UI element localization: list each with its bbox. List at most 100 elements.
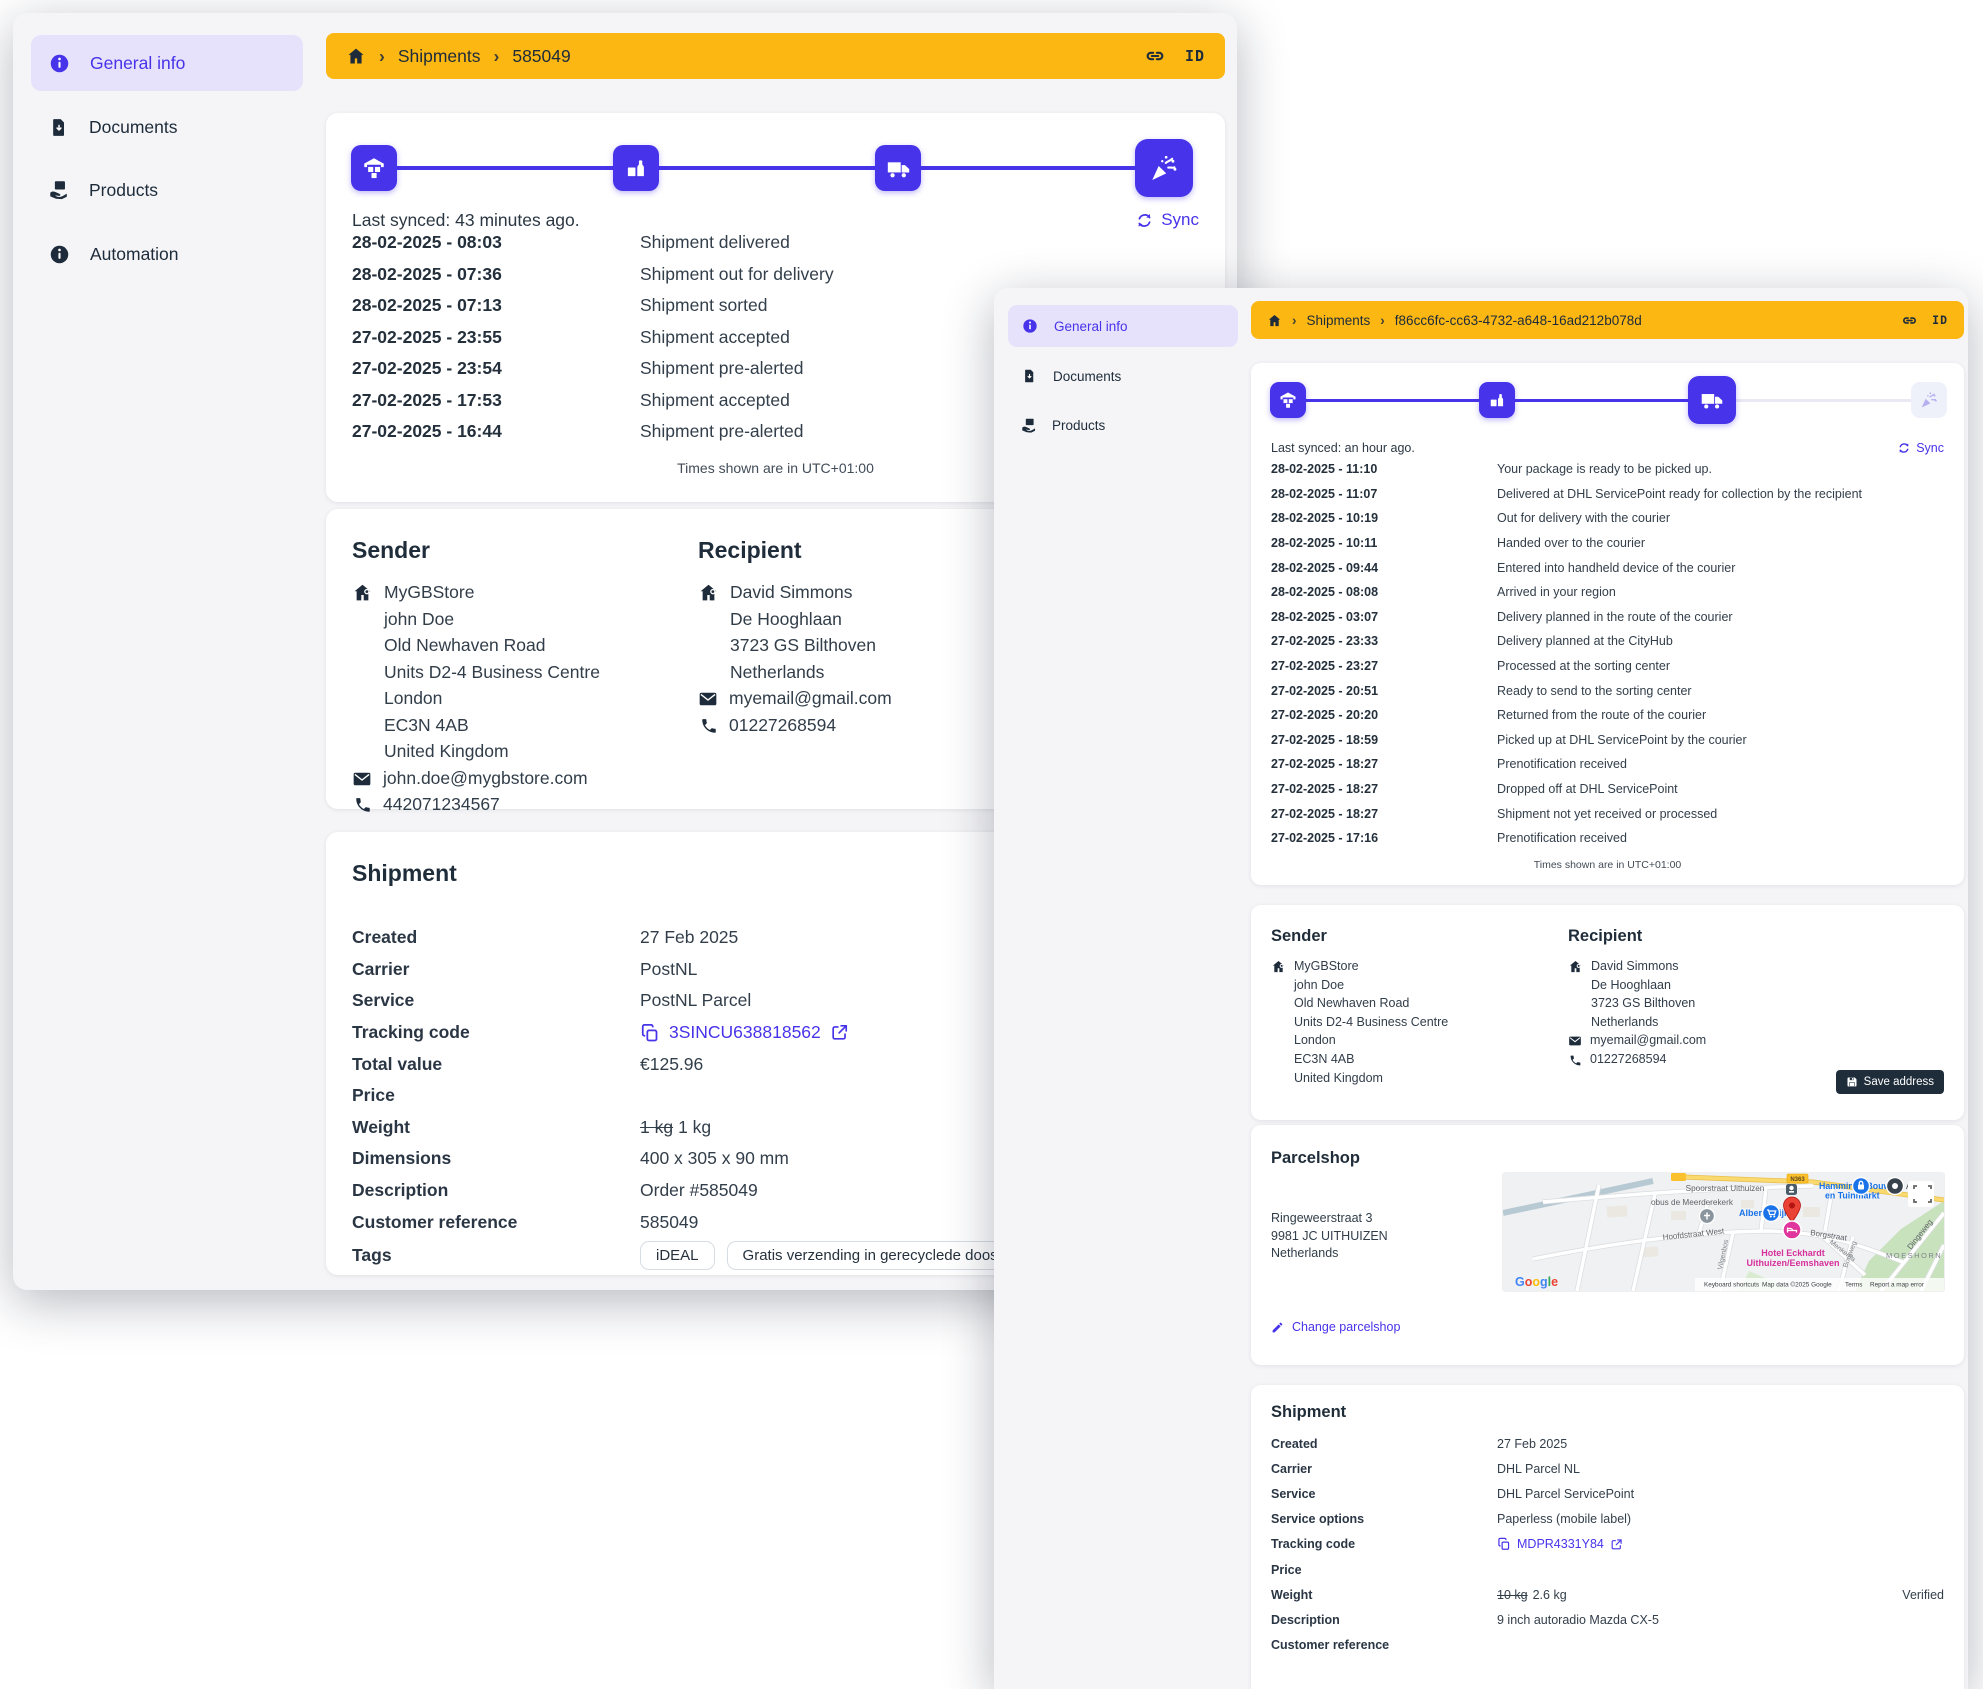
field-label: Total value: [352, 1054, 640, 1075]
shipment-details-card: Shipment Created 27 Feb 2025 Carrier DHL…: [1251, 1385, 1964, 1689]
recipient-email-row: myemail@gmail.com: [1568, 1031, 1828, 1050]
progress-step-sorted: [613, 145, 659, 191]
sidebar-item-documents[interactable]: Documents: [49, 113, 178, 141]
map-hotel-label-2: Uithuizen/Eemshaven: [1746, 1258, 1839, 1268]
field-label: Created: [1271, 1437, 1497, 1451]
phone-icon: [700, 717, 718, 735]
copy-link-icon[interactable]: [1144, 45, 1166, 67]
map-station-label: Spoorstraat Uithuizen: [1686, 1184, 1765, 1193]
tracking-code-link[interactable]: 3SINCU638818562: [669, 1022, 821, 1043]
event-description: Shipment not yet received or processed: [1497, 807, 1717, 821]
party-popper-icon: [1148, 152, 1180, 184]
timeline-event: 27-02-2025 - 20:51 Ready to send to the …: [1271, 678, 1944, 703]
event-time: 27-02-2025 - 18:59: [1271, 733, 1497, 747]
event-time: 28-02-2025 - 10:11: [1271, 536, 1497, 550]
products-icon: [1020, 417, 1038, 434]
breadcrumb: › Shipments › 585049 ID: [326, 33, 1225, 79]
recipient-address: David Simmons De Hooghlaan3723 GS Biltho…: [698, 579, 1028, 738]
sender-title: Sender: [1271, 927, 1327, 946]
save-address-button[interactable]: Save address: [1836, 1070, 1944, 1094]
shipment-row-customer-reference: Customer reference: [1271, 1633, 1944, 1658]
field-value: Paperless (mobile label): [1497, 1512, 1631, 1526]
shipment-title: Shipment: [352, 860, 457, 887]
phone-icon: [354, 796, 372, 814]
sidebar-item-label: Documents: [1053, 369, 1121, 384]
event-time: 28-02-2025 - 11:10: [1271, 462, 1497, 476]
sidebar-item-products[interactable]: Products: [47, 176, 158, 204]
field-value: 400 x 305 x 90 mm: [640, 1148, 789, 1169]
field-label: Dimensions: [352, 1148, 640, 1169]
event-time: 27-02-2025 - 17:16: [1271, 831, 1497, 845]
field-value: Order #585049: [640, 1180, 758, 1201]
map-road-badge: N363: [1790, 1177, 1805, 1183]
event-description: Shipment accepted: [640, 390, 790, 411]
timeline-event: 27-02-2025 - 18:27 Prenotification recei…: [1271, 752, 1944, 777]
recipient-address-lines: De Hooghlaan3723 GS BilthovenNetherlands: [1568, 976, 1828, 1032]
timeline-event: 28-02-2025 - 10:11 Handed over to the co…: [1271, 531, 1944, 556]
event-description: Shipment pre-alerted: [640, 358, 803, 379]
breadcrumb-shipments-link[interactable]: Shipments: [398, 46, 481, 67]
address-line: Old Newhaven Road: [1294, 994, 1531, 1013]
timeline-event: 27-02-2025 - 20:20 Returned from the rou…: [1271, 703, 1944, 728]
event-time: 28-02-2025 - 08:03: [352, 232, 640, 253]
parcelshop-title: Parcelshop: [1271, 1149, 1360, 1168]
event-time: 27-02-2025 - 18:27: [1271, 757, 1497, 771]
recipient-email-row: myemail@gmail.com: [698, 685, 1028, 712]
timeline-event: 28-02-2025 - 08:03 Shipment delivered: [352, 227, 1199, 259]
copy-icon[interactable]: [640, 1023, 660, 1043]
sidebar-item-label: Products: [1052, 418, 1105, 433]
timeline-event: 28-02-2025 - 08:08 Arrived in your regio…: [1271, 580, 1944, 605]
copy-icon[interactable]: [1497, 1537, 1511, 1551]
info-icon: [1022, 318, 1038, 334]
shipment-title: Shipment: [1271, 1403, 1346, 1422]
map-fullscreen-button[interactable]: [1908, 1181, 1934, 1207]
event-description: Out for delivery with the courier: [1497, 511, 1670, 525]
copy-id-icon[interactable]: ID: [1932, 313, 1948, 327]
sidebar-item-general-info[interactable]: General info: [1022, 315, 1128, 337]
home-icon[interactable]: [346, 46, 366, 66]
event-description: Prenotification received: [1497, 757, 1627, 771]
event-description: Ready to send to the sorting center: [1497, 684, 1692, 698]
timeline-event: 27-02-2025 - 18:59 Picked up at DHL Serv…: [1271, 728, 1944, 753]
address-line: john Doe: [384, 606, 682, 633]
home-icon[interactable]: [1267, 313, 1282, 328]
address-line: United Kingdom: [384, 738, 682, 765]
map-terms-link[interactable]: Terms: [1845, 1282, 1862, 1289]
progress-step-accepted: [351, 145, 397, 191]
home-location-icon: [698, 582, 719, 603]
shipment-row-carrier: Carrier DHL Parcel NL: [1271, 1456, 1944, 1481]
tracking-code-link[interactable]: MDPR4331Y84: [1517, 1537, 1604, 1551]
change-parcelshop-button[interactable]: Change parcelshop: [1271, 1320, 1400, 1334]
shipment-row-weight: Weight 10 kg2.6 kg Verified: [1271, 1582, 1944, 1607]
map-keyboard-shortcuts[interactable]: Keyboard shortcuts: [1704, 1282, 1759, 1289]
external-link-icon[interactable]: [830, 1023, 849, 1042]
address-line: Ringeweerstraat 3: [1271, 1210, 1388, 1228]
copy-id-icon[interactable]: ID: [1185, 47, 1205, 65]
parcelshop-map[interactable]: N363 Spoorstraat Uithuizen Hamminga Bouw…: [1503, 1173, 1944, 1291]
map-report-error-link[interactable]: Report a map error: [1870, 1282, 1925, 1289]
external-link-icon[interactable]: [1610, 1538, 1623, 1551]
sidebar-item-general-info[interactable]: General info: [49, 49, 185, 77]
sidebar-item-automation[interactable]: Automation: [49, 240, 179, 268]
warehouse-icon: [361, 155, 387, 181]
sidebar-item-documents[interactable]: Documents: [1022, 365, 1121, 387]
field-label: Price: [352, 1085, 640, 1106]
address-line: 9981 JC UITHUIZEN: [1271, 1228, 1388, 1246]
sender-address: MyGBStore john DoeOld Newhaven RoadUnits…: [352, 579, 682, 818]
timeline-event: 28-02-2025 - 10:19 Out for delivery with…: [1271, 506, 1944, 531]
event-time: 28-02-2025 - 10:19: [1271, 511, 1497, 525]
timeline-event: 28-02-2025 - 03:07 Delivery planned in t…: [1271, 605, 1944, 630]
sync-button[interactable]: Sync: [1897, 441, 1944, 455]
save-icon: [1846, 1076, 1858, 1088]
event-time: 27-02-2025 - 17:53: [352, 390, 640, 411]
sidebar-item-products[interactable]: Products: [1020, 414, 1105, 436]
breadcrumb-shipments-link[interactable]: Shipments: [1307, 313, 1371, 328]
event-time: 27-02-2025 - 18:27: [1271, 807, 1497, 821]
event-time: 27-02-2025 - 23:54: [352, 358, 640, 379]
weight-old: 1 kg: [640, 1117, 673, 1137]
change-parcelshop-label: Change parcelshop: [1292, 1320, 1400, 1334]
address-line: Units D2-4 Business Centre: [384, 659, 682, 686]
copy-link-icon[interactable]: [1901, 312, 1918, 329]
progress-step-out-for-delivery: [875, 145, 921, 191]
progress-step-delivered-inactive: [1911, 382, 1947, 418]
